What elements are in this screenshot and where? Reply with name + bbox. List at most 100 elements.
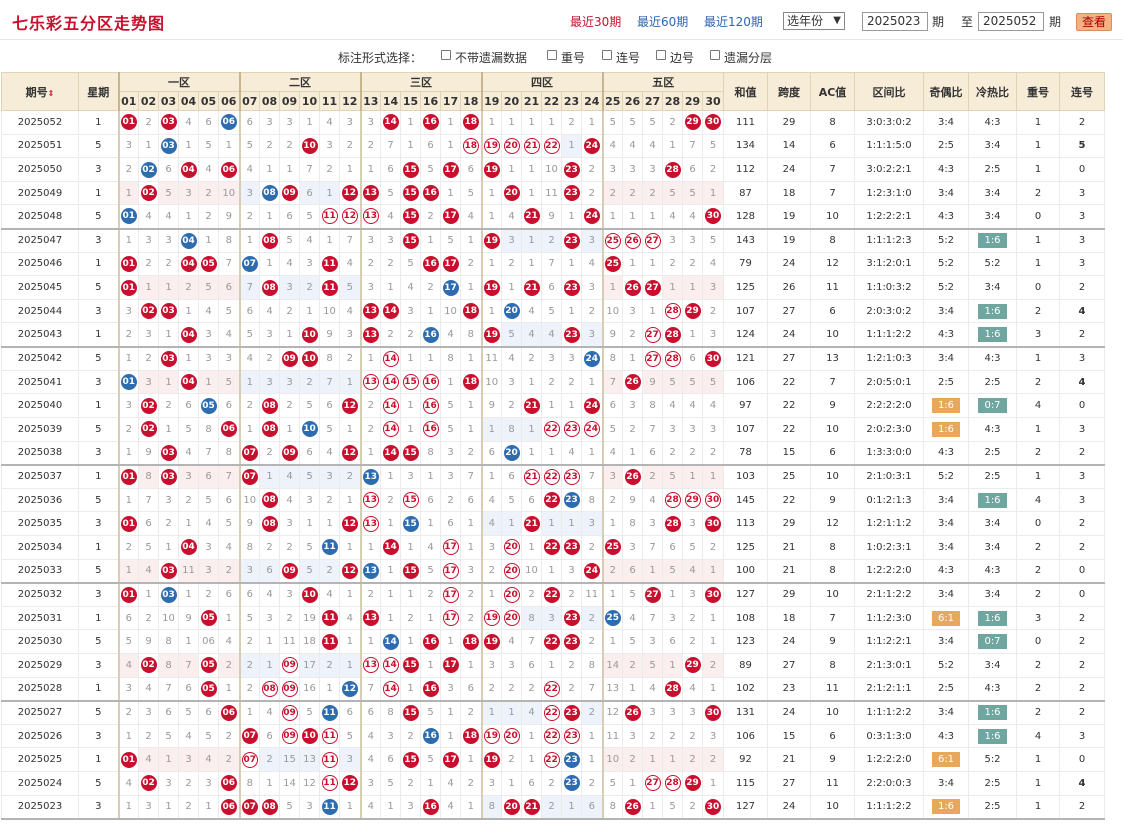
number-cell-08: 2 — [259, 346, 280, 371]
number-cell-17: 10 — [440, 298, 461, 324]
checkbox-no-missing[interactable] — [441, 50, 451, 60]
stat-cell-7: 2 — [1016, 558, 1060, 584]
link-recent-120[interactable]: 最近120期 — [704, 13, 763, 30]
number-cell-21: 21 — [521, 794, 542, 820]
number-cell-11: 11 — [319, 534, 340, 560]
number-cell-13: 13 — [359, 487, 381, 513]
view-button[interactable]: 查看 — [1076, 13, 1112, 31]
number-cell-21: 8 — [521, 605, 542, 631]
number-cell-27: 1 — [642, 204, 663, 230]
stat-cell-5: 3:4 — [923, 298, 969, 324]
stat-cell-2: 15 — [767, 723, 811, 749]
header-stat-4: 区间比 — [854, 72, 924, 111]
number-cell-02: 5 — [138, 534, 159, 560]
number-cell-22: 3 — [541, 346, 562, 371]
number-cell-16: 16 — [420, 180, 441, 206]
number-cell-29: 1 — [682, 322, 703, 348]
table-row: 2025024 5 4 02 3 2 3 06 8 1 14 12 11 12 3 5 2 1 4 2 3 1 6 2 23 2 5… — [1, 771, 1105, 796]
number-cell-10: 10 — [299, 416, 320, 442]
header-number-28: 28 — [662, 91, 683, 111]
checkbox-consecutive[interactable] — [602, 50, 612, 60]
header-number-21: 21 — [521, 91, 542, 111]
stat-cell-6: 4:3 — [968, 676, 1017, 702]
number-cell-19: 6 — [480, 440, 502, 466]
period-cell: 2025024 — [1, 771, 79, 796]
number-cell-16: 4 — [420, 534, 441, 560]
stat-cell-5: 3:4 — [923, 534, 969, 560]
number-cell-23: 23 — [561, 322, 582, 348]
drawn-ball: 01 — [120, 279, 137, 296]
header-stat-1: 和值 — [723, 72, 768, 111]
top-bar: 七乐彩五分区走势图 最近30期 最近60期 最近120期 选年份 ▼ 202502… — [0, 0, 1123, 40]
number-cell-14: 5 — [380, 771, 401, 796]
header-number-23: 23 — [561, 91, 582, 111]
checkbox-repeat[interactable] — [547, 50, 557, 60]
stat-cell-5: 4:3 — [923, 723, 969, 749]
number-cell-13: 13 — [359, 653, 381, 678]
number-cell-13: 13 — [359, 511, 381, 536]
number-cell-29: 3 — [682, 582, 703, 607]
stat-cell-3: 10 — [810, 464, 855, 489]
year-select[interactable]: 选年份 ▼ — [783, 12, 845, 30]
number-cell-21: 1 — [521, 251, 542, 277]
number-cell-27: 1 — [642, 794, 663, 820]
from-issue-input[interactable]: 2025023 — [862, 12, 928, 31]
header-period[interactable]: 期号⇕ — [1, 72, 79, 111]
number-cell-30: 4 — [702, 393, 724, 418]
stat-cell-3: 7 — [810, 157, 855, 182]
number-cell-17: 3 — [440, 676, 461, 702]
number-cell-12: 2 — [339, 133, 361, 159]
stat-cell-2: 22 — [767, 369, 811, 395]
number-cell-13: 1 — [359, 440, 381, 466]
number-cell-04: 04 — [178, 322, 199, 348]
stat-cell-1: 124 — [723, 322, 768, 348]
drawn-ball: 24 — [583, 421, 600, 438]
drawn-ball: 24 — [583, 137, 600, 154]
number-cell-10: 1 — [299, 298, 320, 324]
stat-cell-1: 111 — [723, 110, 768, 135]
number-cell-24: 1 — [581, 369, 603, 395]
number-cell-05: 05 — [198, 251, 219, 277]
number-cell-13: 3 — [359, 275, 381, 300]
number-cell-28: 28 — [662, 771, 683, 796]
number-cell-10: 13 — [299, 747, 320, 773]
drawn-ball: 01 — [120, 751, 137, 768]
drawn-ball: 14 — [382, 633, 399, 650]
number-cell-01: 1 — [117, 228, 139, 253]
drawn-ball: 22 — [543, 539, 560, 556]
number-cell-26: 2 — [622, 747, 643, 773]
stat-cell-3: 6 — [810, 133, 855, 159]
drawn-ball: 17 — [442, 562, 459, 579]
link-recent-60[interactable]: 最近60期 — [637, 13, 688, 30]
checkbox-missing-layer[interactable] — [710, 50, 720, 60]
number-cell-20: 20 — [501, 605, 522, 631]
drawn-ball: 30 — [705, 515, 721, 532]
number-cell-14: 14 — [380, 393, 401, 418]
link-recent-30[interactable]: 最近30期 — [570, 13, 621, 30]
drawn-ball: 23 — [563, 751, 580, 768]
number-cell-12: 12 — [339, 180, 361, 206]
number-cell-01: 2 — [117, 700, 139, 725]
stat-cell-4: 1:1:1:2:2 — [854, 794, 924, 820]
to-issue-input[interactable]: 2025052 — [978, 12, 1044, 31]
number-cell-20: 20 — [501, 298, 522, 324]
number-cell-07: 5 — [238, 605, 260, 631]
checkbox-edge[interactable] — [656, 50, 666, 60]
number-cell-15: 15 — [400, 369, 421, 395]
stat-cell-6: 0:7 — [968, 393, 1017, 418]
number-cell-24: 4 — [581, 251, 603, 277]
stat-cell-7: 1 — [1016, 110, 1060, 135]
number-cell-19: 3 — [480, 534, 502, 560]
number-cell-26: 5 — [622, 110, 643, 135]
number-cell-02: 02 — [138, 771, 159, 796]
number-cell-29: 29 — [682, 298, 703, 324]
number-cell-01: 2 — [117, 416, 139, 442]
stat-cell-4: 2:2:0:0:3 — [854, 771, 924, 796]
stat-cell-1: 108 — [723, 605, 768, 631]
drawn-ball: 23 — [563, 161, 580, 178]
number-cell-02: 02 — [138, 157, 159, 182]
number-cell-27: 5 — [642, 110, 663, 135]
number-cell-05: 3 — [198, 322, 219, 348]
number-cell-21: 21 — [521, 464, 542, 489]
stat-cell-1: 102 — [723, 676, 768, 702]
